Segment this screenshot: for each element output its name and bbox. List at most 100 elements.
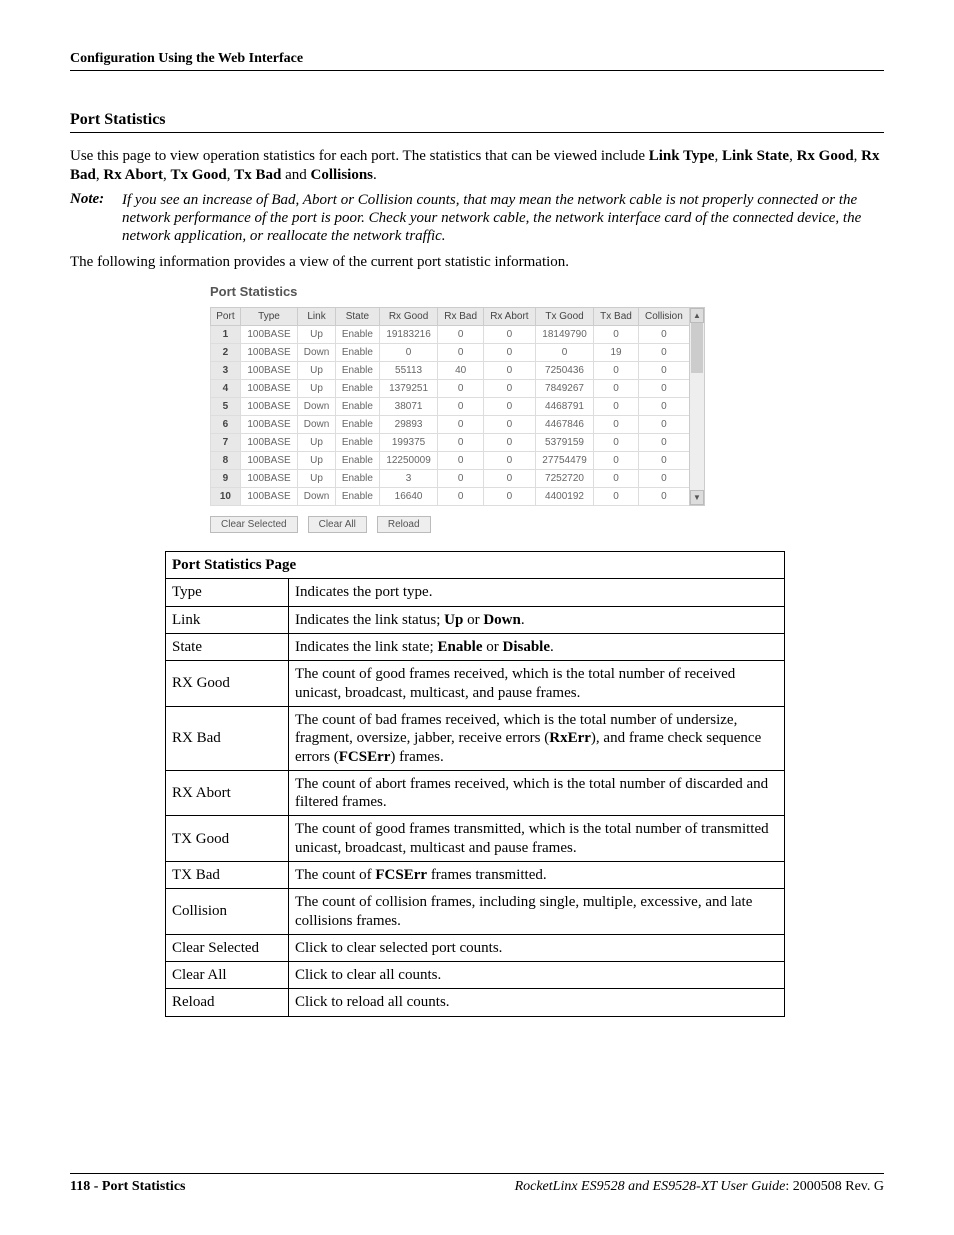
table-cell: 0 [484, 434, 536, 452]
desc-row: ReloadClick to reload all counts. [166, 989, 785, 1016]
table-row[interactable]: 2100BASEDownEnable0000190 [211, 344, 690, 362]
table-cell: 9 [211, 470, 241, 488]
scroll-down-icon[interactable]: ▼ [690, 490, 704, 505]
table-scrollbar[interactable]: ▲ ▼ [689, 307, 705, 506]
table-row[interactable]: 8100BASEUpEnable12250009002775447900 [211, 452, 690, 470]
table-cell: 4 [211, 380, 241, 398]
scroll-thumb[interactable] [691, 323, 703, 373]
table-cell: 0 [594, 398, 638, 416]
table-row[interactable]: 6100BASEDownEnable2989300446784600 [211, 416, 690, 434]
table-cell: 100BASE [240, 344, 297, 362]
table-row[interactable]: 10100BASEDownEnable1664000440019200 [211, 488, 690, 506]
desc-row: TX GoodThe count of good frames transmit… [166, 816, 785, 862]
table-cell: 16640 [379, 488, 437, 506]
table-cell: 0 [535, 344, 593, 362]
table-cell: 7 [211, 434, 241, 452]
table-row[interactable]: 4100BASEUpEnable137925100784926700 [211, 380, 690, 398]
desc-row: TypeIndicates the port type. [166, 579, 785, 606]
table-cell: Enable [335, 416, 379, 434]
table-cell: 100BASE [240, 380, 297, 398]
table-cell: Enable [335, 398, 379, 416]
table-cell: 0 [594, 488, 638, 506]
column-header: Link [298, 308, 336, 326]
table-cell: Up [298, 434, 336, 452]
table-cell: 10 [211, 488, 241, 506]
table-cell: 0 [438, 326, 484, 344]
column-header: State [335, 308, 379, 326]
footer-page: 118 - Port Statistics [70, 1179, 185, 1195]
desc-label: RX Bad [166, 706, 289, 770]
reload-button[interactable]: Reload [377, 516, 431, 533]
table-cell: 0 [638, 452, 689, 470]
column-header: Port [211, 308, 241, 326]
desc-label: State [166, 634, 289, 661]
scroll-up-icon[interactable]: ▲ [690, 308, 704, 323]
intro-paragraph: Use this page to view operation statisti… [70, 147, 884, 185]
table-cell: 0 [438, 452, 484, 470]
table-cell: 100BASE [240, 416, 297, 434]
desc-text: The count of abort frames received, whic… [289, 770, 785, 816]
table-cell: 100BASE [240, 434, 297, 452]
table-cell: 6 [211, 416, 241, 434]
table-cell: 0 [438, 380, 484, 398]
table-cell: Enable [335, 434, 379, 452]
table-cell: 4400192 [535, 488, 593, 506]
desc-label: Link [166, 606, 289, 633]
intro-term: Collisions [311, 167, 374, 183]
table-cell: 0 [484, 380, 536, 398]
table-cell: 100BASE [240, 362, 297, 380]
table-row[interactable]: 7100BASEUpEnable19937500537915900 [211, 434, 690, 452]
table-cell: 0 [484, 344, 536, 362]
table-cell: 0 [594, 380, 638, 398]
table-cell: 0 [484, 398, 536, 416]
desc-caption: Port Statistics Page [166, 552, 785, 579]
table-cell: 7849267 [535, 380, 593, 398]
table-cell: 0 [438, 470, 484, 488]
desc-row: TX BadThe count of FCSErr frames transmi… [166, 862, 785, 889]
table-cell: 0 [638, 326, 689, 344]
desc-row: RX GoodThe count of good frames received… [166, 661, 785, 707]
table-cell: 29893 [379, 416, 437, 434]
table-cell: Down [298, 398, 336, 416]
table-cell: 12250009 [379, 452, 437, 470]
desc-label: TX Bad [166, 862, 289, 889]
table-cell: 7252720 [535, 470, 593, 488]
port-stats-screenshot: Port Statistics PortTypeLinkStateRx Good… [210, 284, 884, 533]
table-cell: Enable [335, 488, 379, 506]
table-row[interactable]: 5100BASEDownEnable3807100446879100 [211, 398, 690, 416]
table-cell: 0 [594, 434, 638, 452]
note-block: Note: If you see an increase of Bad, Abo… [70, 191, 884, 246]
table-cell: 40 [438, 362, 484, 380]
desc-row: LinkIndicates the link status; Up or Dow… [166, 606, 785, 633]
desc-row: Clear SelectedClick to clear selected po… [166, 934, 785, 961]
desc-text: Click to reload all counts. [289, 989, 785, 1016]
table-cell: 0 [484, 488, 536, 506]
page-header: Configuration Using the Web Interface [70, 50, 884, 71]
clear-all-button[interactable]: Clear All [308, 516, 367, 533]
table-cell: 0 [638, 488, 689, 506]
table-cell: 0 [638, 416, 689, 434]
table-cell: 38071 [379, 398, 437, 416]
table-cell: 0 [594, 362, 638, 380]
desc-label: TX Good [166, 816, 289, 862]
table-cell: Up [298, 362, 336, 380]
screenshot-table-container: PortTypeLinkStateRx GoodRx BadRx AbortTx… [210, 307, 705, 506]
footer-guide: RocketLinx ES9528 and ES9528-XT User Gui… [515, 1179, 884, 1195]
clear-selected-button[interactable]: Clear Selected [210, 516, 298, 533]
intro-term: Tx Bad [234, 167, 281, 183]
desc-row: CollisionThe count of collision frames, … [166, 889, 785, 935]
table-cell: Enable [335, 380, 379, 398]
desc-row: RX AbortThe count of abort frames receiv… [166, 770, 785, 816]
table-cell: 100BASE [240, 326, 297, 344]
table-cell: Enable [335, 326, 379, 344]
desc-label: Type [166, 579, 289, 606]
table-row[interactable]: 3100BASEUpEnable55113400725043600 [211, 362, 690, 380]
table-cell: Enable [335, 452, 379, 470]
desc-label: RX Abort [166, 770, 289, 816]
desc-label: Collision [166, 889, 289, 935]
table-cell: 0 [438, 434, 484, 452]
table-row[interactable]: 1100BASEUpEnable19183216001814979000 [211, 326, 690, 344]
table-row[interactable]: 9100BASEUpEnable300725272000 [211, 470, 690, 488]
table-cell: 0 [484, 470, 536, 488]
table-cell: Enable [335, 362, 379, 380]
